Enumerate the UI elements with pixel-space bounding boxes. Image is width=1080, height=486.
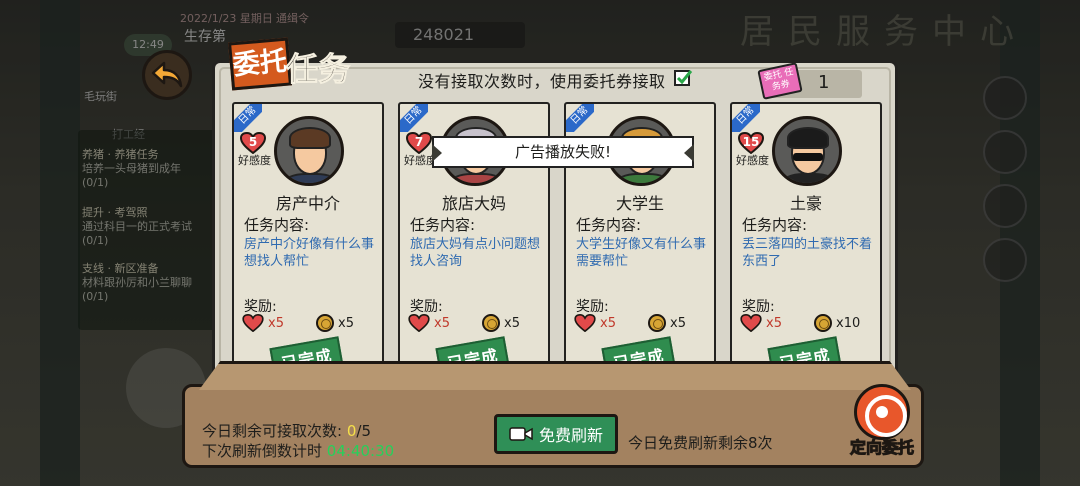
favor-value: 15 — [742, 135, 760, 149]
back-arrow-icon — [151, 61, 183, 88]
heart-reward-icon — [408, 314, 430, 332]
task-desc: 旅店大妈有点小问题想找人咨询 — [410, 237, 541, 269]
commission-card[interactable]: 日常 15 好感度 土豪 任务内容: 丢三落四的土豪找不着东西了 奖励: x5 … — [730, 102, 882, 390]
target-icon — [854, 384, 910, 440]
back-button[interactable] — [142, 50, 192, 100]
npc-name: 土豪 — [789, 194, 822, 213]
countdown-time: 04:40:30 — [326, 442, 395, 460]
task-desc: 房产中介好像有什么事想找人帮忙 — [244, 237, 375, 269]
favor-value: 7 — [414, 135, 424, 149]
npc-portrait — [772, 116, 842, 186]
ticket-count: 1 — [818, 72, 830, 93]
coin-icon — [316, 314, 334, 332]
commission-card[interactable]: 日常 5 好感度 房产中介 任务内容: 房产中介好像有什么事想找人帮忙 奖励: … — [232, 102, 384, 390]
dialog-title: 委托 任务 — [228, 36, 390, 92]
favor-heart-icon: 7 — [405, 131, 433, 155]
task-desc: 丢三落四的土豪找不着东西了 — [742, 237, 873, 269]
task-label: 任务内容: — [742, 216, 808, 234]
heart-reward-icon — [574, 314, 596, 332]
heart-reward-icon — [740, 314, 762, 332]
toast-message: 广告播放失败! — [432, 136, 694, 168]
reward-label: 奖励: — [244, 299, 277, 315]
check-icon — [676, 70, 693, 85]
task-label: 任务内容: — [410, 216, 476, 234]
video-icon — [509, 427, 533, 441]
daily-ribbon: 日常 — [732, 104, 760, 132]
task-desc: 大学生好像又有什么事需要帮忙 — [576, 237, 707, 269]
targeted-commission-button[interactable]: 定向委托 — [836, 384, 928, 462]
coin-icon — [648, 314, 666, 332]
coin-icon — [482, 314, 500, 332]
remaining-value: 0 — [346, 422, 357, 440]
task-label: 任务内容: — [576, 216, 642, 234]
sunglasses — [793, 153, 823, 161]
favor-heart-icon: 15 — [737, 131, 765, 155]
ticket-note: 没有接取次数时，使用委托券接取 — [418, 72, 666, 91]
use-ticket-checkbox[interactable] — [674, 70, 693, 86]
free-refresh-button[interactable]: 免费刷新 — [494, 414, 618, 454]
heart-reward: x5 — [434, 316, 450, 331]
heart-reward: x5 — [600, 316, 616, 331]
daily-ribbon: 日常 — [400, 104, 428, 132]
heart-reward: x5 — [268, 316, 284, 331]
npc-name: 房产中介 — [275, 194, 340, 213]
heart-reward-icon — [242, 314, 264, 332]
favor-heart-icon: 5 — [239, 131, 267, 155]
coin-reward: x10 — [836, 316, 861, 331]
reward-label: 奖励: — [742, 299, 775, 315]
npc-portrait — [274, 116, 344, 186]
daily-ribbon: 日常 — [566, 104, 594, 132]
refresh-remaining-note: 今日免费刷新剩余8次 — [628, 434, 773, 452]
reward-label: 奖励: — [576, 299, 609, 315]
coin-reward: x5 — [338, 316, 354, 331]
coin-reward: x5 — [504, 316, 520, 331]
favor-label: 好感度 — [736, 154, 769, 167]
reward-label: 奖励: — [410, 299, 443, 315]
refresh-countdown: 下次刷新倒数计时 04:40:30 — [202, 442, 395, 460]
npc-name: 大学生 — [615, 194, 664, 213]
favor-label: 好感度 — [238, 154, 271, 167]
favor-value: 5 — [248, 135, 258, 149]
toast-text: 广告播放失败! — [514, 143, 611, 161]
npc-name: 旅店大妈 — [441, 194, 506, 213]
task-label: 任务内容: — [244, 216, 310, 234]
title-part1: 委托 — [228, 37, 292, 91]
targeted-commission-label: 定向委托 — [849, 438, 914, 458]
free-refresh-label: 免费刷新 — [538, 426, 603, 445]
remaining-count: 今日剩余可接取次数: 0/5 — [202, 422, 371, 440]
daily-ribbon: 日常 — [234, 104, 262, 132]
title-part2: 任务 — [285, 50, 351, 89]
coin-reward: x5 — [670, 316, 686, 331]
coin-icon — [814, 314, 832, 332]
heart-reward: x5 — [766, 316, 782, 331]
